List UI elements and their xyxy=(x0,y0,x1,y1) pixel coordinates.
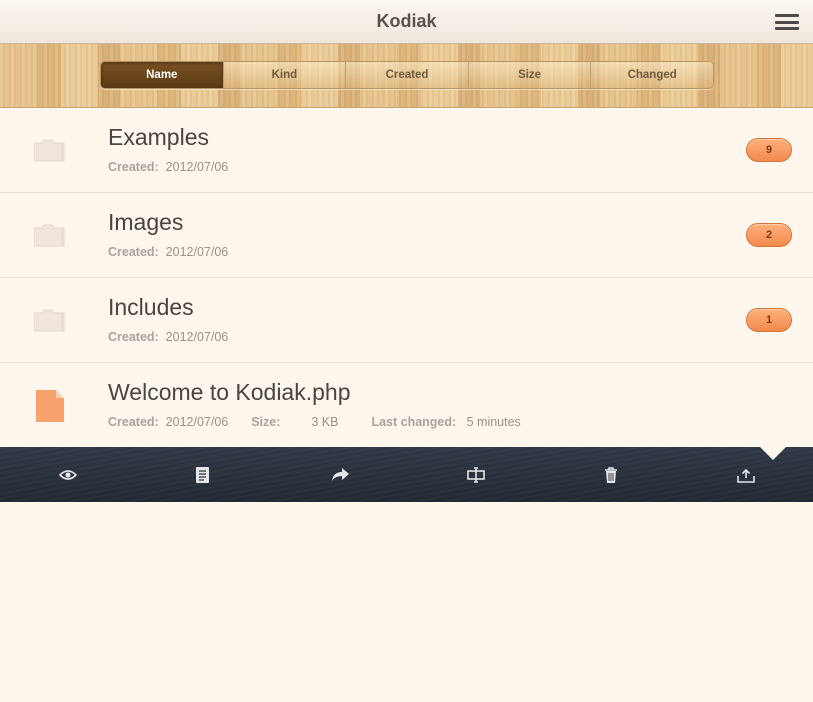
last-changed-value: 5 minutes xyxy=(466,415,521,429)
created-label: Created: xyxy=(108,415,159,429)
file-list: Examples Created: 2012/07/06 9 Images Cr… xyxy=(0,108,813,702)
sort-changed-button[interactable]: Changed xyxy=(590,62,713,88)
folder-icon xyxy=(33,223,66,247)
list-item-welcome-file[interactable]: Welcome to Kodiak.php Created: 2012/07/0… xyxy=(0,363,813,702)
created-value: 2012/07/06 xyxy=(165,245,229,259)
folder-icon xyxy=(33,138,66,162)
item-name: Examples xyxy=(108,124,209,150)
trash-icon[interactable] xyxy=(600,464,622,486)
created-label: Created: xyxy=(108,160,159,174)
eye-icon[interactable] xyxy=(57,464,79,486)
document-icon[interactable] xyxy=(192,464,214,486)
created-value: 2012/07/06 xyxy=(165,415,229,429)
item-name: Includes xyxy=(108,294,194,320)
hamburger-menu-icon[interactable] xyxy=(775,14,799,30)
created-label: Created: xyxy=(108,330,159,344)
sort-segmented-control: Name Kind Created Size Changed xyxy=(100,61,714,89)
toolbar-pointer xyxy=(760,447,786,460)
list-item-examples[interactable]: Examples Created: 2012/07/06 9 xyxy=(0,108,813,193)
sort-created-button[interactable]: Created xyxy=(345,62,468,88)
item-name: Images xyxy=(108,209,184,235)
sort-name-button[interactable]: Name xyxy=(101,62,223,88)
sort-size-button[interactable]: Size xyxy=(467,62,591,88)
item-meta: Created: 2012/07/06 xyxy=(108,245,228,259)
rename-icon[interactable] xyxy=(465,464,487,486)
created-value: 2012/07/06 xyxy=(165,330,229,344)
action-toolbar xyxy=(0,447,813,502)
size-value: 3 KB xyxy=(311,415,339,429)
sort-bar: Name Kind Created Size Changed xyxy=(0,44,813,108)
last-changed-label: Last changed: xyxy=(371,415,457,429)
item-count-badge: 9 xyxy=(746,138,792,162)
navigation-bar: Kodiak xyxy=(0,0,813,44)
item-meta: Created: 2012/07/06 xyxy=(108,330,228,344)
item-count-badge: 2 xyxy=(746,223,792,247)
upload-icon[interactable] xyxy=(735,464,757,486)
item-meta: Created: 2012/07/06 Size: 3 KB Last chan… xyxy=(108,415,521,429)
item-count-badge: 1 xyxy=(746,308,792,332)
created-label: Created: xyxy=(108,245,159,259)
share-arrow-icon[interactable] xyxy=(329,464,351,486)
folder-icon xyxy=(33,308,66,332)
list-item-includes[interactable]: Includes Created: 2012/07/06 1 xyxy=(0,278,813,363)
php-file-icon xyxy=(34,390,66,422)
app-title: Kodiak xyxy=(376,11,437,31)
item-meta: Created: 2012/07/06 xyxy=(108,160,228,174)
list-item-images[interactable]: Images Created: 2012/07/06 2 xyxy=(0,193,813,278)
item-name: Welcome to Kodiak.php xyxy=(108,379,351,405)
sort-kind-button[interactable]: Kind xyxy=(222,62,346,88)
created-value: 2012/07/06 xyxy=(165,160,229,174)
size-label: Size: xyxy=(251,415,281,429)
